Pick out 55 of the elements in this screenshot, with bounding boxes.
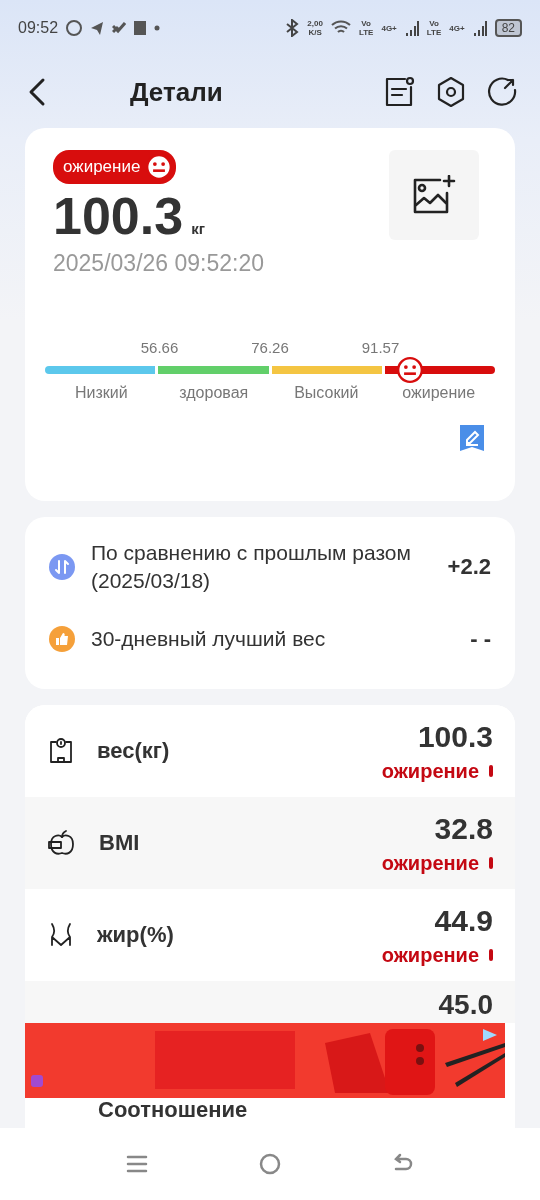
- threshold-value: 56.66: [140, 339, 179, 356]
- metric-label: Соотношение: [98, 1098, 249, 1120]
- comparison-value: +2.2: [447, 554, 491, 580]
- home-icon: [258, 1152, 282, 1176]
- metric-status: ожирение: [381, 759, 493, 783]
- edit-icon[interactable]: [459, 424, 485, 452]
- weight-value: 100.3: [53, 186, 184, 246]
- status-badge: ожирение: [53, 150, 177, 184]
- threshold-value: 76.26: [251, 339, 289, 356]
- metric-label: вес(кг): [97, 738, 171, 764]
- page-title: Детали: [130, 76, 224, 108]
- metric-value: 45.0: [438, 989, 493, 1021]
- metric-value: 32.8: [434, 811, 493, 846]
- range-label: ожирение: [401, 384, 477, 402]
- measurement-time: 2025/03/26 09:52:20: [53, 250, 266, 277]
- range-marker: [396, 357, 423, 383]
- settings-icon: [435, 76, 467, 108]
- signal-icon: [404, 20, 419, 36]
- metric-row[interactable]: BMI 32.8 ожирение: [25, 797, 515, 889]
- battery-indicator: 82: [494, 19, 522, 37]
- clock: 09:52: [18, 19, 59, 37]
- comparison-label: По сравнению с прошлым разом (2025/03/18): [91, 540, 412, 594]
- weight-unit: кг: [191, 220, 205, 237]
- face-icon: [146, 154, 173, 180]
- metric-status: ожирение: [381, 943, 493, 967]
- threshold-value: 91.57: [361, 339, 400, 356]
- network-type: 4G+: [449, 23, 465, 33]
- note-icon: [383, 76, 415, 108]
- back-icon: [27, 77, 47, 107]
- range-label: Низкий: [73, 384, 129, 402]
- dot-icon: [154, 25, 161, 31]
- metric-label: жир(%): [97, 922, 175, 948]
- comparison-label: 30-дневный лучший вес: [91, 626, 327, 652]
- thumbs-up-icon: [49, 626, 75, 652]
- volte-indicator: Vo LTE: [358, 19, 374, 37]
- metric-label: BMI: [99, 830, 141, 856]
- range-label: Высокий: [293, 384, 360, 402]
- add-photo-button[interactable]: [389, 150, 479, 240]
- metric-value: 44.9: [434, 903, 493, 938]
- comparison-value: - -: [470, 626, 491, 652]
- share-icon: [487, 76, 519, 108]
- metric-value: 100.3: [417, 719, 493, 754]
- add-image-icon: [412, 175, 456, 215]
- range-label: здоровая: [178, 384, 250, 402]
- paper-plane-icon: [90, 21, 105, 35]
- scale-icon: [47, 737, 75, 765]
- bluetooth-icon: [285, 19, 300, 37]
- volte-indicator: Vo LTE: [426, 19, 442, 37]
- apple-icon: [47, 829, 77, 857]
- signal-icon: [472, 20, 487, 36]
- metric-status: ожирение: [381, 851, 493, 875]
- network-type: 4G+: [381, 23, 397, 33]
- network-speed: 2,00 K/S: [307, 19, 323, 37]
- compare-icon: [49, 554, 75, 580]
- menu-icon: [125, 1154, 148, 1174]
